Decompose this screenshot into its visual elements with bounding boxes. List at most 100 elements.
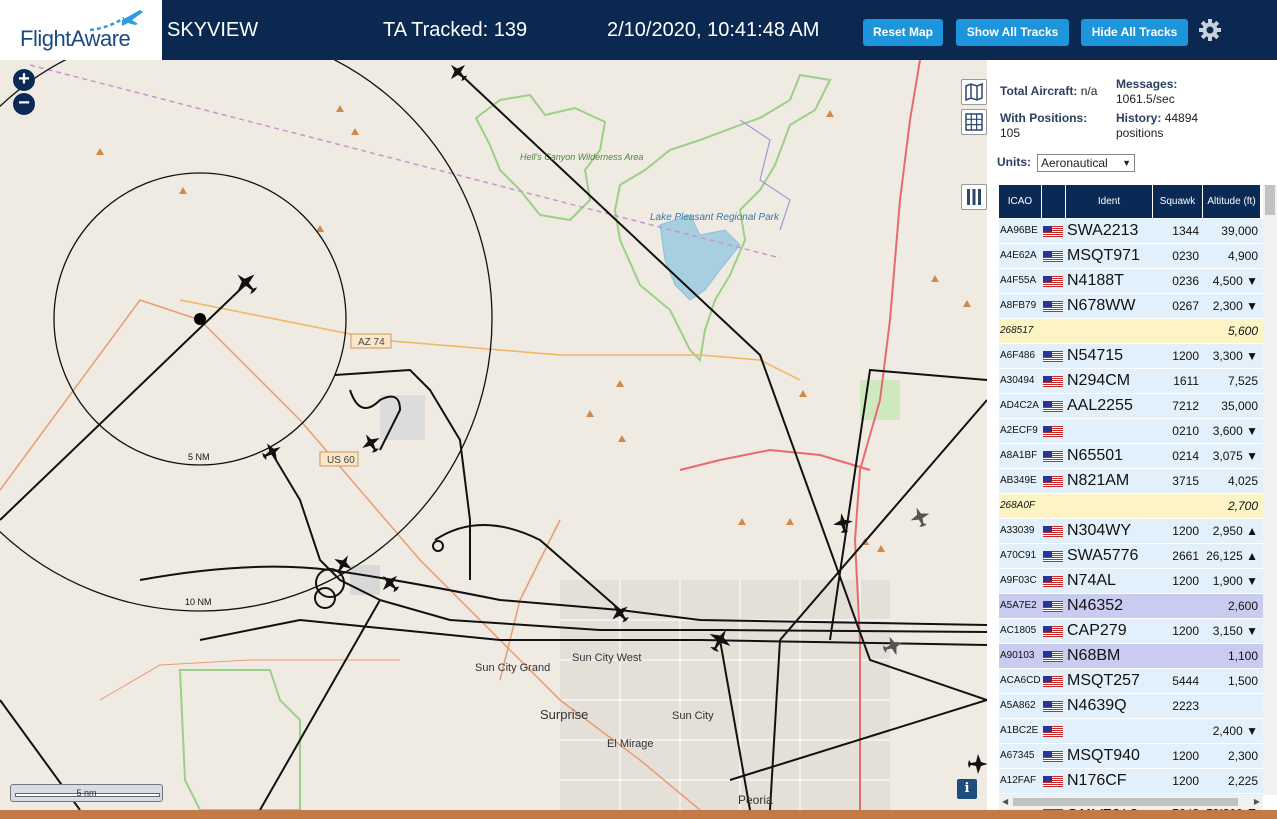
urban-area (560, 580, 890, 810)
table-row[interactable]: AD4C2A AAL2255 7212 35,000 (999, 394, 1263, 419)
settings-gear-icon[interactable] (1197, 17, 1223, 43)
sun-city-west-label: Sun City West (572, 652, 642, 664)
squawk-cell: 0236 (1172, 274, 1199, 288)
altitude-cell: 1,900 ▼ (1212, 574, 1258, 588)
ident-cell: N54715 (1067, 347, 1124, 364)
info-button[interactable]: i (957, 779, 977, 799)
vertical-scroll-thumb[interactable] (1265, 185, 1275, 215)
column-toggle-button[interactable] (961, 184, 987, 210)
icao-cell: A70C91 (1000, 550, 1037, 561)
table-row[interactable]: AB349E N821AM 3715 4,025 (999, 469, 1263, 494)
table-row[interactable]: A90103 N68BM 1,100 (999, 644, 1263, 669)
us-flag-icon (1043, 426, 1063, 437)
with-positions-stat: With Positions: 105 (1000, 111, 1115, 141)
us-flag-icon (1043, 701, 1063, 712)
flightaware-logo[interactable]: FlightAware (0, 0, 162, 60)
squawk-cell: 2223 (1172, 699, 1199, 713)
reset-map-button[interactable]: Reset Map (863, 19, 943, 46)
table-row[interactable]: A30494 N294CM 1611 7,525 (999, 369, 1263, 394)
ring-5nm-label: 5 NM (188, 452, 210, 462)
table-row[interactable]: A67345 MSQT940 1200 2,300 (999, 744, 1263, 769)
table-row[interactable]: AA96BE SWA2213 1344 39,000 (999, 219, 1263, 244)
icao-cell: A4E62A (1000, 250, 1037, 261)
hide-all-tracks-button[interactable]: Hide All Tracks (1081, 19, 1188, 46)
icao-cell: AA96BE (1000, 225, 1038, 236)
col-ident[interactable]: Ident (1066, 185, 1153, 218)
icao-cell: A33039 (1000, 525, 1035, 536)
squawk-cell: 1200 (1172, 774, 1199, 788)
ident-cell: N678WW (1067, 297, 1136, 314)
table-row[interactable]: A5A862 N4639Q 2223 (999, 694, 1263, 719)
altitude-cell: 2,225 (1227, 774, 1258, 788)
us-flag-icon (1043, 526, 1063, 537)
grid-icon (965, 113, 983, 131)
table-row[interactable]: ACA6CD MSQT257 5444 1,500 (999, 669, 1263, 694)
units-label: Units: (997, 155, 1031, 169)
altitude-cell: 3,150 ▼ (1212, 624, 1258, 638)
squawk-cell (1154, 719, 1202, 743)
col-flag[interactable] (1042, 185, 1066, 218)
icao-cell: ACA6CD (1000, 675, 1041, 686)
col-icao[interactable]: ICAO (999, 185, 1042, 218)
table-row[interactable]: A6F486 N54715 1200 3,300 ▼ (999, 344, 1263, 369)
loop-303 (679, 448, 871, 471)
us-flag-icon (1043, 276, 1063, 287)
table-row[interactable]: A5A7E2 N46352 2,600 (999, 594, 1263, 619)
table-vertical-scrollbar[interactable] (1263, 185, 1277, 795)
squawk-cell (1154, 494, 1202, 518)
table-row[interactable]: A70C91 SWA5776 2661 26,125 ▲ (999, 544, 1263, 569)
messages-stat: Messages: 1061.5/sec (1116, 77, 1266, 107)
table-row[interactable]: AC1805 CAP279 1200 3,150 ▼ (999, 619, 1263, 644)
ident-cell (1067, 319, 1155, 343)
zoom-in-button[interactable]: + (13, 69, 35, 91)
app-title: SKYVIEW (167, 19, 259, 41)
altitude-cell: 3,600 ▼ (1212, 424, 1258, 438)
show-all-tracks-button[interactable]: Show All Tracks (956, 19, 1069, 46)
scroll-right-icon[interactable]: ▶ (1254, 797, 1260, 806)
table-row[interactable]: A1BC2E 2,400 ▼ (999, 719, 1263, 744)
squawk-cell: 1200 (1172, 624, 1199, 638)
table-row[interactable]: A9F03C N74AL 1200 1,900 ▼ (999, 569, 1263, 594)
with-positions-value: 105 (1000, 126, 1021, 140)
table-row[interactable]: A4F55A N4188T 0236 4,500 ▼ (999, 269, 1263, 294)
table-row[interactable]: A8FB79 N678WW 0267 2,300 ▼ (999, 294, 1263, 319)
airfield-2 (350, 565, 380, 595)
az-74-road (179, 299, 801, 381)
squawk-cell: 2661 (1172, 549, 1199, 563)
map-canvas[interactable]: AZ 74 US 60 5 NM 10 NM Hell's Canyon Wil… (0, 60, 987, 810)
table-row[interactable]: 268A0F 2,700 (999, 494, 1263, 519)
ident-cell: MSQT940 (1067, 747, 1140, 764)
table-row[interactable]: A2ECF9 0210 3,600 ▼ (999, 419, 1263, 444)
map-layers-button[interactable] (961, 79, 987, 105)
total-aircraft-label: Total Aircraft: (1000, 84, 1078, 98)
tracked-count: TA Tracked: 139 (383, 19, 528, 41)
horizontal-scroll-thumb[interactable] (1013, 798, 1238, 806)
az74-label: AZ 74 (358, 337, 385, 348)
ident-cell: N46352 (1067, 597, 1124, 614)
messages-label: Messages: (1116, 77, 1178, 91)
surprise-label: Surprise (540, 707, 588, 722)
squawk-cell: 0210 (1172, 424, 1199, 438)
table-row[interactable]: A33039 N304WY 1200 2,950 ▲ (999, 519, 1263, 544)
table-horizontal-scrollbar[interactable]: ◀ ▶ (999, 795, 1263, 809)
squawk-cell: 3715 (1172, 474, 1199, 488)
map-view[interactable]: AZ 74 US 60 5 NM 10 NM Hell's Canyon Wil… (0, 60, 987, 810)
table-row[interactable]: A12FAF N176CF 1200 2,225 (999, 769, 1263, 794)
col-altitude[interactable]: Altitude (ft) (1203, 185, 1261, 218)
icao-cell: AB349E (1000, 475, 1037, 486)
table-row[interactable]: 268517 5,600 (999, 319, 1263, 344)
ident-cell: MSQT971 (1067, 247, 1140, 264)
units-select[interactable]: Aeronautical ▼ (1037, 154, 1135, 172)
col-squawk[interactable]: Squawk (1153, 185, 1203, 218)
squawk-cell: 1611 (1173, 374, 1199, 388)
total-aircraft-value: n/a (1080, 84, 1098, 98)
table-row[interactable]: A4E62A MSQT971 0230 4,900 (999, 244, 1263, 269)
ident-cell (1067, 494, 1155, 518)
ident-cell (1067, 719, 1155, 743)
squawk-cell: 1344 (1172, 224, 1199, 238)
scroll-left-icon[interactable]: ◀ (1002, 797, 1008, 806)
table-row[interactable]: A8A1BF N65501 0214 3,075 ▼ (999, 444, 1263, 469)
icao-cell: AD4C2A (1000, 400, 1039, 411)
zoom-out-button[interactable]: − (13, 93, 35, 115)
grid-toggle-button[interactable] (961, 109, 987, 135)
